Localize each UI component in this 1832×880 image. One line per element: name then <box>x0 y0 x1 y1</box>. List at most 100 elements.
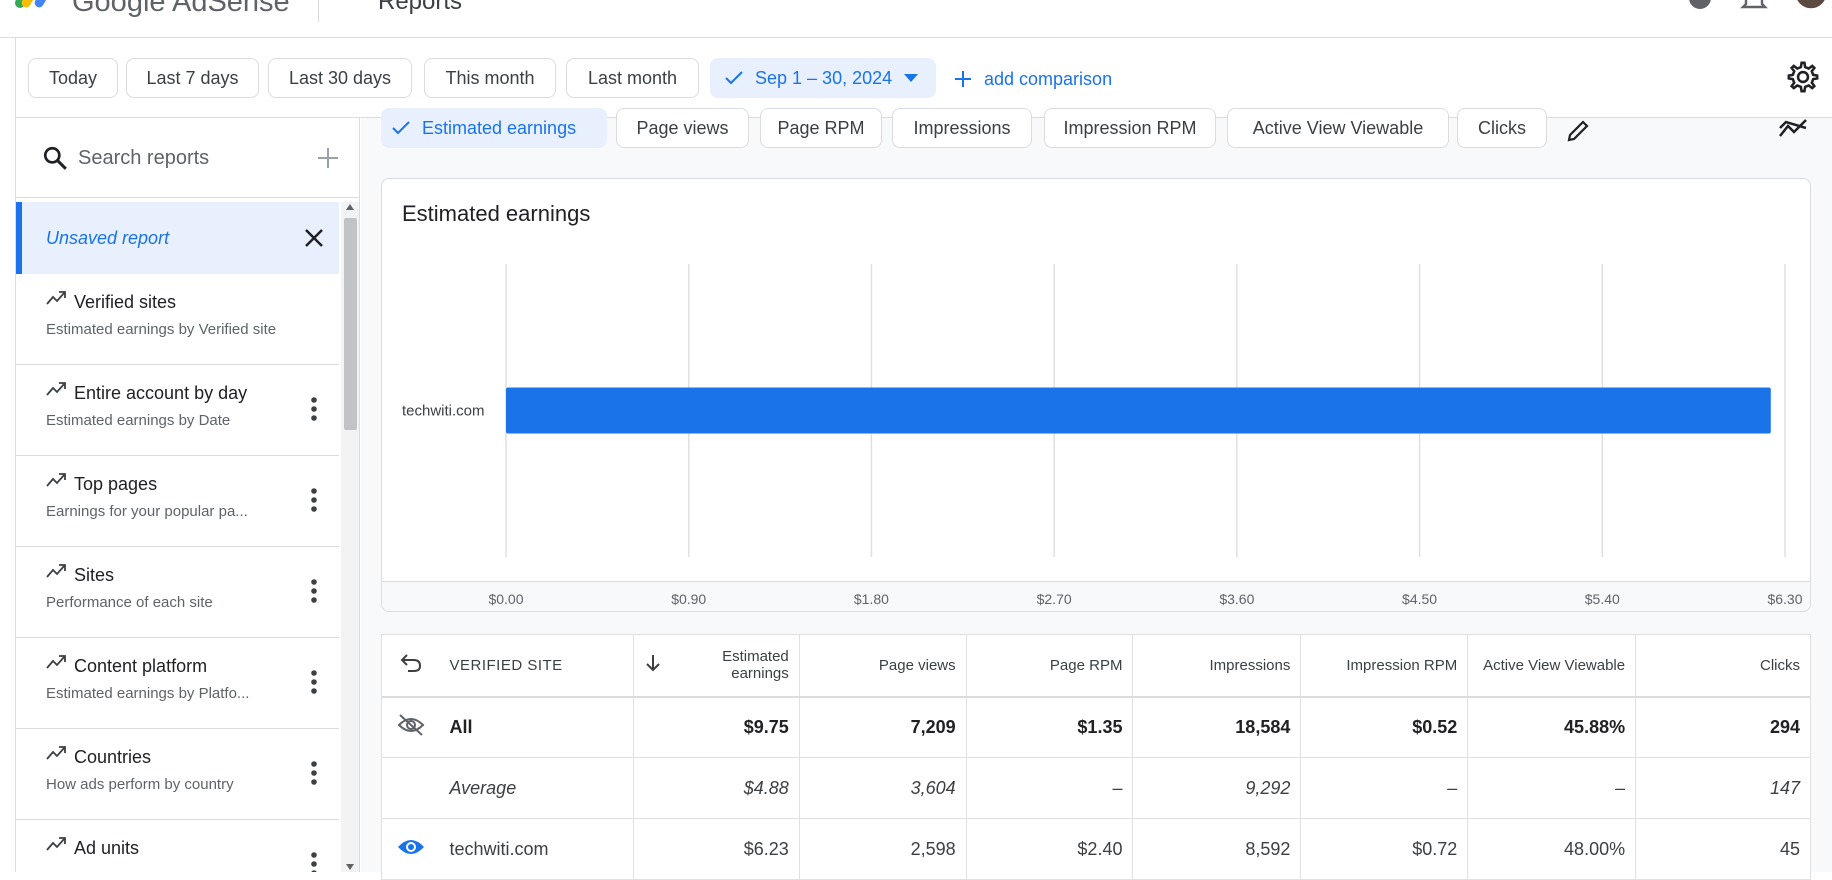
sidebar-scrollbar[interactable] <box>341 202 359 872</box>
metric-chip-clicks[interactable]: Clicks <box>1457 108 1547 148</box>
undo-cell[interactable] <box>381 634 440 697</box>
column-header-impressions[interactable]: Impressions <box>1132 634 1302 697</box>
trend-icon[interactable] <box>1779 118 1807 140</box>
column-header-verified-site[interactable]: VERIFIED SITE <box>439 634 634 697</box>
x-tick-label: $4.50 <box>1402 591 1437 607</box>
report-title: Sites <box>74 565 115 585</box>
metric-chip-label: Impressions <box>913 117 1011 138</box>
chip-this-month[interactable]: This month <box>424 58 556 98</box>
visibility-cell[interactable] <box>381 818 440 880</box>
column-header-active-view-viewable[interactable]: Active View Viewable <box>1467 634 1637 697</box>
report-item-countries[interactable]: Countries How ads perform by country <box>16 729 339 820</box>
report-title: Countries <box>74 747 152 767</box>
cell-estimated-earnings: $9.75 <box>632 696 800 758</box>
date-range-dropdown[interactable]: Sep 1 – 30, 2024 <box>710 58 936 98</box>
report-item-entire-account-by-day[interactable]: Entire account by day Estimated earnings… <box>16 365 339 456</box>
report-item-sites[interactable]: Sites Performance of each site <box>16 547 339 638</box>
more-vert-icon[interactable] <box>302 850 326 872</box>
bar[interactable] <box>506 387 1771 434</box>
cell-impressions: 18,584 <box>1132 696 1302 758</box>
undo-icon[interactable] <box>400 653 422 673</box>
cell-clicks: 45 <box>1635 818 1811 880</box>
unsaved-report-label: Unsaved report <box>46 228 170 248</box>
pencil-icon[interactable] <box>1565 118 1591 144</box>
trend-icon <box>46 473 66 487</box>
metric-chip-label: Clicks <box>1478 117 1526 138</box>
plus-icon <box>955 71 971 87</box>
trend-icon <box>46 564 66 578</box>
cell-impressions: 8,592 <box>1132 818 1302 880</box>
sort-cell[interactable] <box>632 634 672 697</box>
column-header-estimated-earnings[interactable]: Estimated earnings <box>671 634 800 697</box>
chip-last-7-days[interactable]: Last 7 days <box>126 58 259 98</box>
metric-chip-label: Impression RPM <box>1063 117 1197 138</box>
report-item-content-platform[interactable]: Content platform Estimated earnings by P… <box>16 638 339 729</box>
table-row-techwiti: techwiti.com $6.23 2,598 $2.40 8,592 $0.… <box>381 818 1811 880</box>
metric-chip-label: Estimated earnings <box>422 117 577 138</box>
metric-chip-impressions[interactable]: Impressions <box>892 108 1032 148</box>
chart-title: Estimated earnings <box>402 201 591 226</box>
report-item-ad-units[interactable]: Ad units <box>16 820 339 872</box>
more-vert-icon[interactable] <box>302 486 326 514</box>
column-header-clicks[interactable]: Clicks <box>1635 634 1811 697</box>
report-subtitle: Performance of each site <box>46 594 213 611</box>
eye-off-icon[interactable] <box>397 714 425 736</box>
more-vert-icon[interactable] <box>302 577 326 605</box>
visibility-cell[interactable] <box>381 696 440 758</box>
cell-page-views: 7,209 <box>798 696 967 758</box>
trend-icon <box>46 837 66 851</box>
trend-icon <box>46 382 66 396</box>
cell-site: techwiti.com <box>439 818 634 880</box>
chip-label: Last month <box>587 67 678 88</box>
scroll-down-arrow[interactable] <box>346 864 354 870</box>
column-header-impression-rpm[interactable]: Impression RPM <box>1300 634 1469 697</box>
page-title: Reports <box>378 0 463 15</box>
plus-icon[interactable] <box>312 142 344 174</box>
metric-chip-label: Page views <box>636 117 729 138</box>
metric-chip-estimated-earnings[interactable]: Estimated earnings <box>381 108 607 148</box>
metric-chip-page-rpm[interactable]: Page RPM <box>760 108 882 148</box>
report-item-top-pages[interactable]: Top pages Earnings for your popular pa..… <box>16 456 339 547</box>
scroll-up-arrow[interactable] <box>346 204 354 210</box>
report-subtitle: How ads perform by country <box>46 776 234 793</box>
cell-active-view-viewable: 48.00% <box>1467 818 1637 880</box>
search-input[interactable] <box>78 138 298 178</box>
more-vert-icon[interactable] <box>302 668 326 696</box>
report-title: Entire account by day <box>74 383 248 403</box>
close-icon[interactable] <box>302 226 326 250</box>
cell-impression-rpm: – <box>1300 757 1469 819</box>
avatar[interactable] <box>1790 0 1832 10</box>
chip-today[interactable]: Today <box>28 58 118 98</box>
add-comparison-button[interactable]: add comparison <box>954 64 1112 94</box>
arrow-down-icon[interactable] <box>645 654 661 672</box>
report-title: Verified sites <box>74 292 177 312</box>
scroll-thumb[interactable] <box>344 218 357 430</box>
eye-icon[interactable] <box>397 837 425 857</box>
gear-icon[interactable] <box>1786 60 1820 94</box>
report-item-verified-sites[interactable]: Verified sites Estimated earnings by Ver… <box>16 274 339 365</box>
chip-last-30-days[interactable]: Last 30 days <box>268 58 412 98</box>
search-icon <box>43 146 67 170</box>
adsense-logo-icon[interactable] <box>14 0 54 10</box>
notifications-bell-icon[interactable] <box>1740 0 1768 12</box>
metric-chip-label: Active View Viewable <box>1252 117 1424 138</box>
help-icon[interactable] <box>1686 0 1714 12</box>
chip-label: Last 30 days <box>288 67 392 88</box>
metric-chip-impression-rpm[interactable]: Impression RPM <box>1044 108 1216 148</box>
column-header-page-views[interactable]: Page views <box>798 634 967 697</box>
metric-chip-active-view-viewable[interactable]: Active View Viewable <box>1227 108 1449 148</box>
more-vert-icon[interactable] <box>302 395 326 423</box>
cell-estimated-earnings: $4.88 <box>632 757 800 819</box>
unsaved-report-item[interactable]: Unsaved report <box>16 202 339 274</box>
report-subtitle: Earnings for your popular pa... <box>46 503 248 520</box>
chip-last-month[interactable]: Last month <box>566 58 699 98</box>
cell-impressions: 9,292 <box>1132 757 1302 819</box>
cell-page-views: 2,598 <box>798 818 967 880</box>
report-subtitle: Estimated earnings by Platfo... <box>46 685 250 702</box>
top-app-bar: Google AdSense Reports <box>0 0 1832 38</box>
more-vert-icon[interactable] <box>302 759 326 787</box>
metric-chip-page-views[interactable]: Page views <box>616 108 749 148</box>
report-title: Ad units <box>74 838 140 858</box>
cell-estimated-earnings: $6.23 <box>632 818 800 880</box>
column-header-page-rpm[interactable]: Page RPM <box>965 634 1134 697</box>
